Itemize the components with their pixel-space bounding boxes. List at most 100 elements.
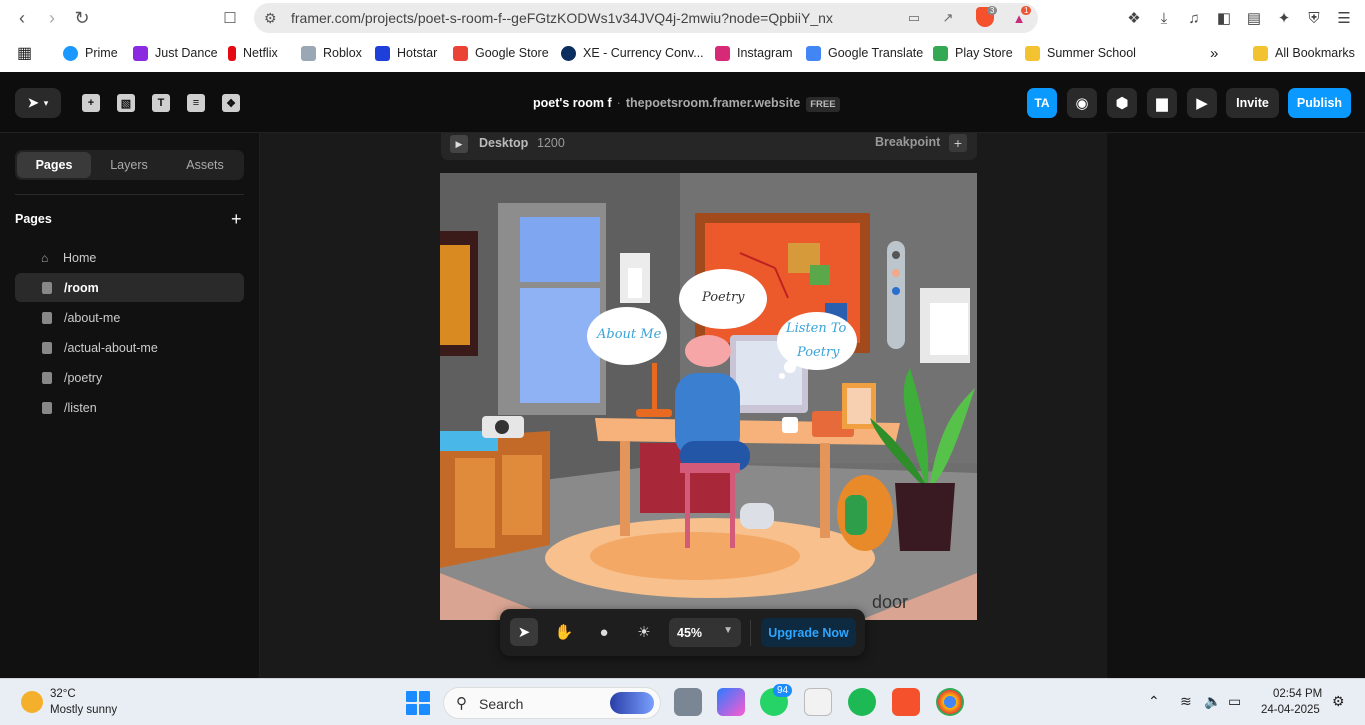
page-item-about-me[interactable]: /about-me: [15, 303, 244, 332]
door-label[interactable]: door: [872, 592, 908, 613]
notification-icon[interactable]: ⚙: [1332, 693, 1345, 710]
volume-icon[interactable]: 🔈: [1204, 693, 1221, 710]
framer-logo-icon: ➤: [27, 95, 39, 110]
bookmark-xe[interactable]: XE - Currency Conv...: [561, 44, 704, 62]
bookmark-play-store[interactable]: Play Store: [933, 44, 1013, 62]
page-item-room[interactable]: /room: [15, 273, 244, 302]
add-page-icon[interactable]: +: [231, 209, 242, 230]
bookmark-netflix[interactable]: Netflix: [228, 44, 278, 62]
cast-icon[interactable]: ▭: [905, 9, 923, 27]
sidebar-icon[interactable]: ◧: [1213, 7, 1235, 29]
avatar[interactable]: TA: [1027, 88, 1057, 118]
instagram-icon: [715, 45, 730, 61]
page-item-poetry[interactable]: /poetry: [15, 363, 244, 392]
share-icon[interactable]: ↗: [939, 9, 957, 27]
just-dance-icon: [133, 45, 148, 61]
bubble-listen-line1[interactable]: Listen To: [786, 321, 846, 336]
chrome-icon[interactable]: [936, 688, 964, 716]
clock-time[interactable]: 02:54 PM: [1273, 688, 1322, 700]
bookmark-instagram[interactable]: Instagram: [715, 44, 793, 62]
bookmark-prime[interactable]: Prime: [63, 44, 118, 62]
preview-play-icon[interactable]: ▶: [450, 135, 468, 153]
bookmark-just-dance[interactable]: Just Dance: [133, 44, 218, 62]
room-scene: [440, 173, 977, 620]
upgrade-button[interactable]: Upgrade Now: [761, 618, 856, 647]
preview-play-icon[interactable]: ▶: [1187, 88, 1217, 118]
clock-date[interactable]: 24-04-2025: [1261, 704, 1320, 716]
copilot-icon[interactable]: [717, 688, 745, 716]
url-text[interactable]: framer.com/projects/poet-s-room-f--geFGt…: [291, 10, 833, 26]
bookmark-summer-school[interactable]: Summer School: [1025, 44, 1136, 62]
apps-icon[interactable]: ▦: [17, 44, 32, 62]
room-illustration[interactable]: About Me Poetry Listen To Poetry door: [440, 173, 977, 620]
cms-icon[interactable]: ≡: [187, 94, 205, 112]
page-icon: [42, 281, 52, 294]
bookmark-google-translate[interactable]: Google Translate: [806, 44, 923, 62]
bubble-listen-line2[interactable]: Poetry: [797, 345, 840, 360]
page-item-actual-about-me[interactable]: /actual-about-me: [15, 333, 244, 362]
add-breakpoint-icon[interactable]: +: [949, 134, 967, 152]
store-icon[interactable]: [804, 688, 832, 716]
bookmark-roblox[interactable]: Roblox: [301, 44, 362, 62]
project-title[interactable]: poet's room f · thepoetsroom.framer.websit…: [533, 96, 840, 112]
spotify-icon[interactable]: [848, 688, 876, 716]
text-icon[interactable]: T: [152, 94, 170, 112]
folder-icon: [1253, 45, 1268, 61]
bookmark-icon[interactable]: ☐: [218, 6, 242, 30]
bubble-poetry[interactable]: Poetry: [702, 290, 745, 305]
start-button[interactable]: [406, 691, 430, 715]
battery-icon[interactable]: ▭: [1228, 693, 1241, 710]
taskbar-search[interactable]: ⚲ Search: [443, 687, 661, 719]
sun-icon[interactable]: ☀: [630, 618, 658, 646]
temperature[interactable]: 32°C: [50, 688, 76, 700]
site-settings-icon[interactable]: ⚙: [264, 10, 277, 27]
extensions-icon[interactable]: ❖: [1123, 7, 1145, 29]
breakpoint-label[interactable]: Desktop: [479, 136, 528, 150]
vpn-icon[interactable]: ⛨: [1303, 7, 1325, 29]
leo-icon[interactable]: ✦: [1273, 7, 1295, 29]
media-icon[interactable]: ♫: [1183, 7, 1205, 29]
publish-button[interactable]: Publish: [1288, 88, 1351, 118]
bubble-about-me[interactable]: About Me: [597, 327, 661, 342]
wallet-icon[interactable]: ▤: [1243, 7, 1265, 29]
components-icon[interactable]: ❖: [222, 94, 240, 112]
framer-menu-button[interactable]: ➤ ▾: [15, 88, 61, 118]
wifi-icon[interactable]: ≋: [1180, 693, 1192, 710]
page-icon: [42, 371, 52, 384]
task-view-icon[interactable]: [674, 688, 702, 716]
brave-icon[interactable]: [892, 688, 920, 716]
more-bookmarks-icon[interactable]: »: [1210, 44, 1218, 62]
hand-icon[interactable]: ✋: [550, 618, 578, 646]
weather-icon[interactable]: [21, 691, 43, 713]
tab-assets[interactable]: Assets: [168, 152, 242, 178]
menu-icon[interactable]: ☰: [1333, 7, 1355, 29]
bookmark-google-store[interactable]: Google Store: [453, 44, 549, 62]
comment-icon[interactable]: ●: [590, 618, 618, 646]
back-icon[interactable]: ‹: [10, 6, 34, 30]
tab-layers[interactable]: Layers: [92, 152, 166, 178]
layout-icon[interactable]: ▧: [117, 94, 135, 112]
zoom-select[interactable]: 45% ▼: [669, 618, 741, 647]
chevron-up-icon[interactable]: ⌃: [1148, 693, 1160, 710]
globe-icon[interactable]: ◉: [1067, 88, 1097, 118]
play-store-icon: [933, 45, 948, 61]
invite-button[interactable]: Invite: [1226, 88, 1279, 118]
settings-icon[interactable]: ⬢: [1107, 88, 1137, 118]
tab-pages[interactable]: Pages: [17, 152, 91, 178]
bookmark-hotstar[interactable]: Hotstar: [375, 44, 437, 62]
page-label: /actual-about-me: [64, 340, 158, 355]
breakpoint-button[interactable]: Breakpoint: [875, 135, 940, 149]
address-bar[interactable]: ⚙ framer.com/projects/poet-s-room-f--geF…: [254, 3, 1038, 33]
analytics-icon[interactable]: ▆: [1147, 88, 1177, 118]
all-bookmarks[interactable]: All Bookmarks: [1253, 44, 1355, 62]
page-item-listen[interactable]: /listen: [15, 393, 244, 422]
reload-icon[interactable]: ↻: [70, 6, 94, 30]
weather-description[interactable]: Mostly sunny: [50, 704, 117, 716]
zoom-value: 45%: [677, 625, 703, 640]
forward-icon[interactable]: ›: [40, 6, 64, 30]
page-item-home[interactable]: ⌂ Home: [15, 243, 244, 272]
download-icon[interactable]: ⤓: [1153, 7, 1175, 29]
insert-icon[interactable]: +: [82, 94, 100, 112]
right-panel: [1107, 133, 1365, 678]
pointer-icon[interactable]: ➤: [510, 618, 538, 646]
